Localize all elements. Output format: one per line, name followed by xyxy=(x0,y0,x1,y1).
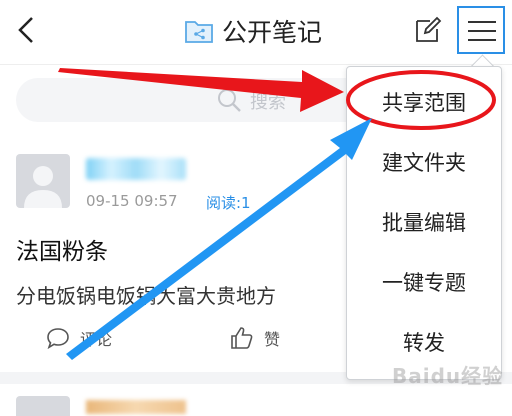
search-input[interactable]: 搜索 xyxy=(16,78,396,122)
dropdown-menu: 共享范围 建文件夹 批量编辑 一键专题 转发 xyxy=(346,66,502,380)
comment-icon xyxy=(47,328,69,349)
default-avatar-icon xyxy=(24,166,62,208)
comment-button[interactable]: 评论 xyxy=(46,326,112,350)
avatar[interactable] xyxy=(16,396,70,416)
back-icon[interactable] xyxy=(12,14,44,46)
edit-icon[interactable] xyxy=(414,16,442,44)
menu-item-topic[interactable]: 一键专题 xyxy=(347,253,501,313)
menu-item-share-scope[interactable]: 共享范围 xyxy=(347,73,501,133)
post-body[interactable]: 分电饭锅电饭锅大富大贵地方 xyxy=(16,280,276,309)
like-label: 赞 xyxy=(264,330,281,349)
like-button[interactable]: 赞 xyxy=(230,326,280,350)
thumbs-up-icon xyxy=(231,327,253,349)
menu-button[interactable] xyxy=(457,6,505,54)
menu-item-batch-edit[interactable]: 批量编辑 xyxy=(347,193,501,253)
username-blurred xyxy=(86,400,186,414)
post-title[interactable]: 法国粉条 xyxy=(16,232,108,266)
search-placeholder: 搜索 xyxy=(250,92,286,113)
menu-icon xyxy=(468,21,496,41)
search-icon xyxy=(218,89,241,112)
title-wrap: 公开笔记 xyxy=(184,14,322,48)
read-count: 阅读:1 xyxy=(206,194,251,212)
top-bar: 公开笔记 xyxy=(0,0,512,65)
username-blurred xyxy=(86,158,186,180)
avatar[interactable] xyxy=(16,154,70,208)
page-title: 公开笔记 xyxy=(222,18,323,47)
post-time: 09-15 09:57 xyxy=(86,192,178,210)
folder-share-icon xyxy=(185,21,213,43)
watermark: Baidu经验 xyxy=(392,364,504,388)
menu-item-new-folder[interactable]: 建文件夹 xyxy=(347,133,501,193)
comment-label: 评论 xyxy=(80,330,113,349)
